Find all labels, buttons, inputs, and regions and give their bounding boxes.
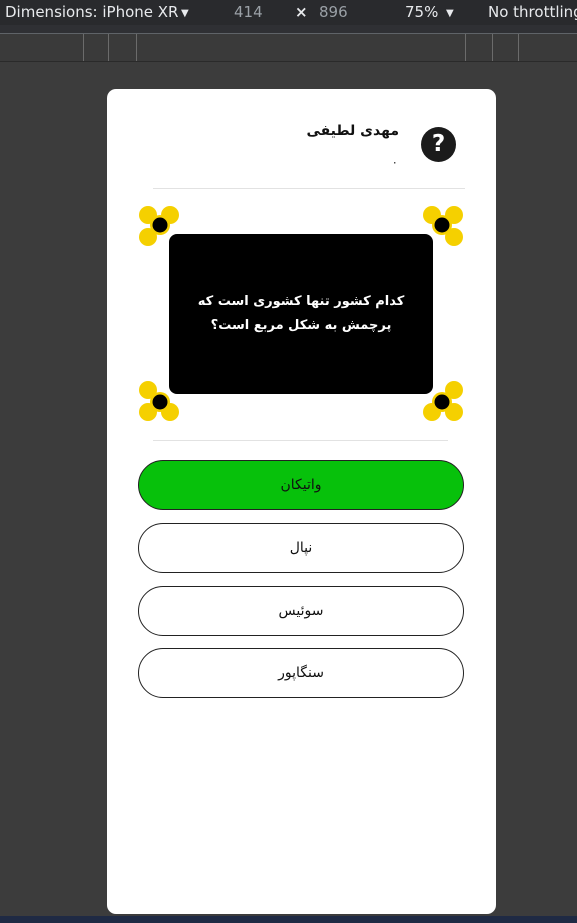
question-text: کدام کشور تنها کشوری است که پرچمش به شکل… <box>197 294 405 333</box>
height-input[interactable]: 896 <box>319 3 348 21</box>
answer-option-3[interactable]: سوئیس <box>138 586 464 636</box>
devtools-toolbar: Dimensions: iPhone XR ▼ 414 × 896 75% ▼ … <box>0 0 577 25</box>
question-card: کدام کشور تنها کشوری است که پرچمش به شکل… <box>169 234 433 394</box>
answer-option-2[interactable]: نپال <box>138 523 464 573</box>
swap-dimensions-icon[interactable]: × <box>295 3 308 21</box>
width-input[interactable]: 414 <box>234 3 263 21</box>
help-icon[interactable]: ? <box>421 127 456 162</box>
bottom-strip <box>0 916 577 923</box>
user-name: مهدی لطیفی <box>306 123 399 139</box>
chevron-down-icon[interactable]: ▼ <box>181 8 189 19</box>
user-score: ۰ <box>391 155 398 169</box>
chevron-down-icon[interactable]: ▼ <box>446 8 454 19</box>
answer-option-1[interactable]: واتیکان <box>138 460 464 510</box>
ruler-tick <box>108 34 109 61</box>
answer-option-4[interactable]: سنگاپور <box>138 648 464 698</box>
throttling-dropdown[interactable]: No throttling <box>488 3 577 21</box>
ruler-tick <box>518 34 519 61</box>
media-query-ruler <box>0 33 577 62</box>
ruler-tick <box>136 34 137 61</box>
device-label: Dimensions: iPhone XR <box>5 3 179 21</box>
ruler-tick <box>83 34 84 61</box>
quiz-screen: ? مهدی لطیفی ۰ کدام کشور تنها کشوری است … <box>107 89 496 914</box>
ruler-tick <box>492 34 493 61</box>
question-divider <box>153 440 448 441</box>
header-divider <box>153 188 465 189</box>
zoom-dropdown[interactable]: 75% <box>405 3 438 21</box>
toolbar-gap <box>0 25 577 33</box>
ruler-tick <box>465 34 466 61</box>
device-dimensions-dropdown[interactable]: Dimensions: iPhone XR <box>5 3 178 21</box>
